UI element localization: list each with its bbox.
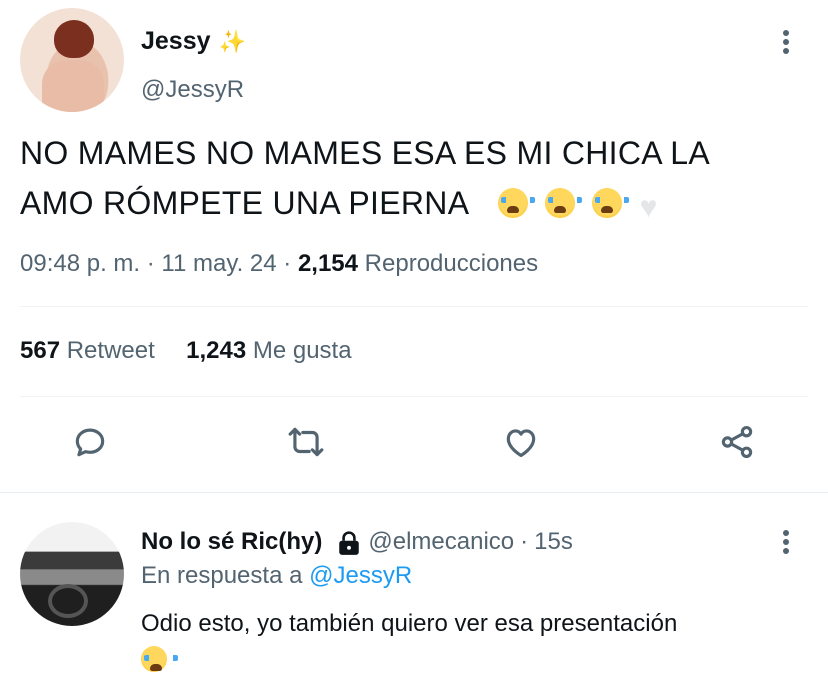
replying-prefix: En respuesta a bbox=[141, 562, 303, 589]
reply-author-handle[interactable]: @elmecanico bbox=[368, 528, 514, 556]
lock-icon bbox=[336, 531, 360, 555]
tweet-text-line-2-words: AMO RÓMPETE UNA PIERNA bbox=[20, 185, 468, 221]
more-options-icon[interactable] bbox=[776, 30, 796, 56]
tweet-meta: 09:48 p. m. · 11 may. 24 · 2,154 Reprodu… bbox=[20, 250, 538, 278]
reply-author-avatar[interactable] bbox=[20, 522, 124, 626]
reply-header: No lo sé Ric(hy) @elmecanico · 15s bbox=[141, 528, 573, 556]
likes-label: Me gusta bbox=[252, 337, 352, 364]
share-icon[interactable] bbox=[715, 420, 759, 464]
tweet-text: NO MAMES NO MAMES ESA ES MI CHICA LA AMO… bbox=[20, 128, 810, 233]
sparkles-icon: ✨ bbox=[218, 28, 246, 54]
avatar-neck-shape bbox=[42, 60, 104, 112]
reply-separator: · bbox=[520, 528, 529, 555]
tweet-actions-bar bbox=[0, 420, 828, 470]
author-handle[interactable]: @JessyR bbox=[141, 76, 244, 104]
divider bbox=[20, 396, 808, 397]
loudly-crying-face-icon bbox=[545, 188, 583, 218]
reply-tweet[interactable]: No lo sé Ric(hy) @elmecanico · 15s En re… bbox=[0, 494, 828, 680]
like-icon[interactable] bbox=[499, 420, 543, 464]
reply-author-name[interactable]: No lo sé Ric(hy) bbox=[141, 528, 322, 556]
author-avatar[interactable] bbox=[20, 8, 124, 112]
loudly-crying-face-icon bbox=[592, 188, 630, 218]
likes-stat[interactable]: 1,243 Me gusta bbox=[186, 337, 351, 364]
replying-to: En respuesta a @JessyR bbox=[141, 562, 412, 590]
author-name[interactable]: Jessy bbox=[141, 27, 211, 56]
meta-separator: · bbox=[283, 250, 292, 277]
retweet-icon[interactable] bbox=[284, 420, 328, 464]
retweets-stat[interactable]: 567 Retweet bbox=[20, 337, 161, 364]
views-label: Reproducciones bbox=[364, 250, 539, 277]
retweets-count: 567 bbox=[20, 337, 61, 364]
tweet-date[interactable]: 11 may. 24 bbox=[161, 250, 276, 277]
steering-wheel-shape bbox=[48, 584, 88, 618]
reply-more-options-icon[interactable] bbox=[776, 530, 796, 556]
retweets-label: Retweet bbox=[66, 337, 155, 364]
replying-to-mention[interactable]: @JessyR bbox=[309, 562, 412, 589]
loudly-crying-face-icon bbox=[497, 188, 535, 218]
loudly-crying-face-icon bbox=[141, 646, 178, 672]
divider bbox=[20, 306, 808, 307]
views-count: 2,154 bbox=[297, 250, 358, 277]
reply-time[interactable]: 15s bbox=[534, 528, 573, 556]
author-name-row[interactable]: Jessy ✨ bbox=[141, 27, 246, 56]
meta-separator: · bbox=[146, 250, 155, 277]
reply-emoji bbox=[141, 646, 178, 673]
likes-count: 1,243 bbox=[186, 337, 247, 364]
white-heart-icon: ♥ bbox=[639, 191, 658, 224]
reply-icon[interactable] bbox=[68, 420, 112, 464]
tweet-time[interactable]: 09:48 p. m. bbox=[20, 250, 140, 277]
tweet-separator bbox=[0, 492, 828, 493]
tweet-stats: 567 Retweet 1,243 Me gusta bbox=[20, 337, 352, 365]
tweet-text-line-1: NO MAMES NO MAMES ESA ES MI CHICA LA bbox=[20, 135, 711, 171]
avatar-hair-shape bbox=[54, 20, 94, 58]
reply-text: Odio esto, yo también quiero ver esa pre… bbox=[141, 610, 678, 637]
tweet-text-line-2: AMO RÓMPETE UNA PIERNA ♥ bbox=[20, 178, 810, 233]
